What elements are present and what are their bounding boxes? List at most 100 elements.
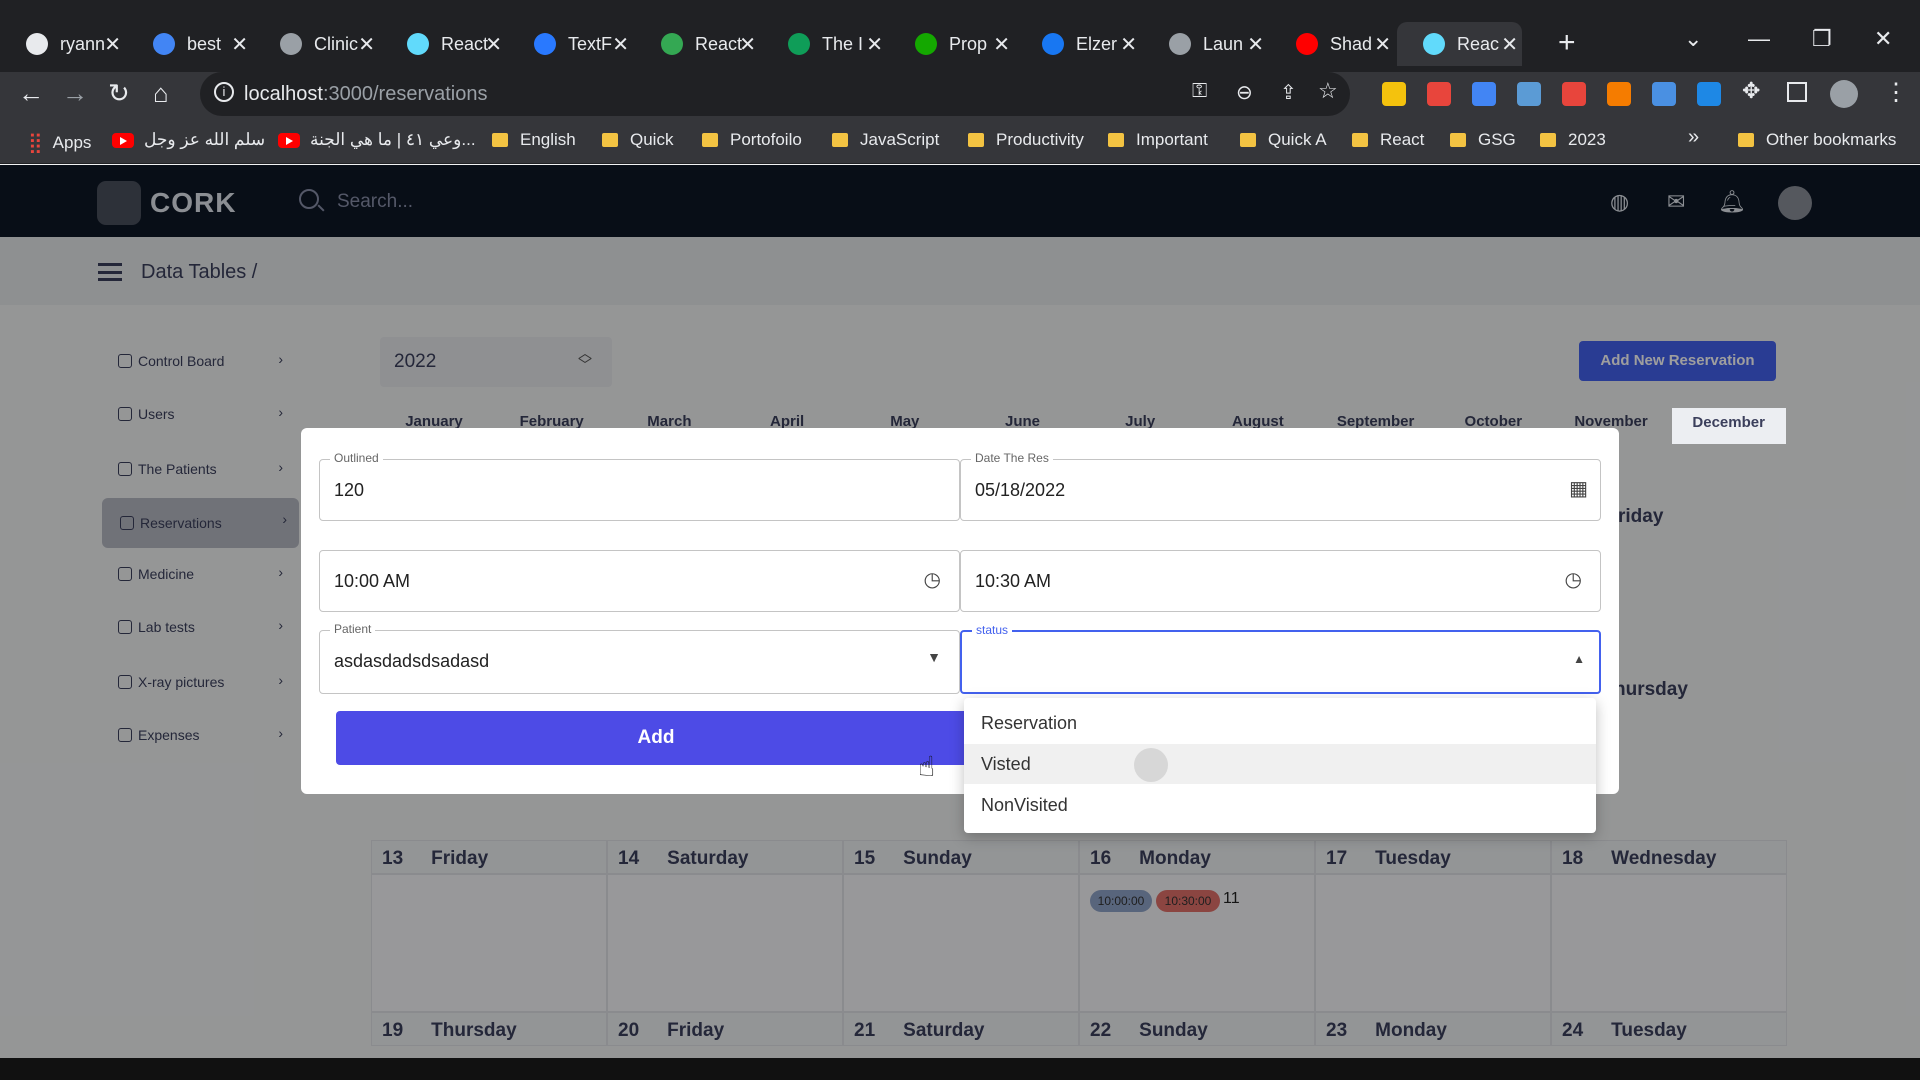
sidebar-item[interactable]: The Patients › [100,446,295,492]
tab-close-icon[interactable]: ✕ [358,32,375,57]
sidebar-item[interactable]: Lab tests › [100,604,295,650]
bookmark-item[interactable]: Quick [602,130,673,150]
bookmark-item[interactable]: Important [1108,130,1208,150]
extension-icon[interactable] [1382,82,1406,106]
bookmark-item[interactable]: ⣿ Apps [28,130,91,155]
hamburger-icon[interactable] [98,263,122,281]
sidebar-item[interactable]: Medicine › [100,551,295,597]
home-icon[interactable]: ⌂ [153,78,169,109]
clock-icon[interactable]: ◷ [1565,567,1582,592]
start-time-field[interactable]: 10:00 AM ◷ [319,550,960,612]
back-icon[interactable]: ← [18,78,44,109]
tab-close-icon[interactable]: ✕ [231,32,248,57]
zoom-icon[interactable]: ⊖ [1236,80,1253,105]
sidebar-item[interactable]: Reservations › [102,498,299,548]
tab-close-icon[interactable]: ✕ [1247,32,1264,57]
bookmark-item[interactable]: Productivity [968,130,1084,150]
tab-close-icon[interactable]: ✕ [612,32,629,57]
reload-icon[interactable]: ↻ [108,78,130,109]
tab-close-icon[interactable]: ✕ [485,32,502,57]
bookmark-item[interactable]: JavaScript [832,130,939,150]
calendar-day-cell[interactable] [1315,874,1551,1012]
bookmarks-overflow[interactable]: » [1688,126,1699,149]
add-new-reservation-button[interactable]: Add New Reservation [1579,341,1776,381]
bookmark-star-icon[interactable]: ☆ [1318,78,1338,104]
search-input[interactable]: Search... [285,179,805,223]
new-tab-icon[interactable]: + [1558,26,1576,60]
month-tab[interactable]: December [1671,408,1786,444]
status-option[interactable]: NonVisited [964,785,1596,825]
browser-tab[interactable]: Reac ✕ [1397,22,1522,66]
status-select[interactable]: status ▲ [960,623,1601,694]
browser-tab[interactable]: TextF ✕ [508,22,633,66]
browser-tab[interactable]: Laun ✕ [1143,22,1268,66]
tab-close-icon[interactable]: ✕ [993,32,1010,57]
tab-close-icon[interactable]: ✕ [1374,32,1391,57]
patient-select[interactable]: Patient asdasdadsdsadasd ▼ [319,622,960,694]
menu-kebab-icon[interactable]: ⋮ [1884,78,1908,107]
end-time-field[interactable]: 10:30 AM ◷ [960,550,1601,612]
calendar-day-cell[interactable] [607,874,843,1012]
bookmark-item[interactable]: GSG [1450,130,1516,150]
calendar-day-cell[interactable] [843,874,1079,1012]
bookmark-item[interactable]: سلم الله عز وجل [112,130,265,150]
status-option[interactable]: Reservation [964,703,1596,743]
browser-tab[interactable]: best ✕ [127,22,252,66]
profile-avatar[interactable] [1830,80,1858,108]
translate-icon[interactable] [1472,82,1496,106]
address-bar[interactable]: i localhost:3000/reservations ⚿ ⊖ ⇪ ☆ [200,72,1350,116]
extension-icon[interactable] [1607,82,1631,106]
globe-icon[interactable]: ◍ [1610,189,1629,215]
bookmark-item[interactable]: وعي ٤١ | ما هي الجنة... [278,130,476,150]
browser-tab[interactable]: Elzer ✕ [1016,22,1141,66]
puzzle-icon[interactable]: ✥ [1742,78,1760,104]
forward-icon[interactable]: → [62,78,88,109]
browser-tab[interactable]: Prop ✕ [889,22,1014,66]
calendar-icon[interactable]: ▦ [1569,476,1588,501]
share-icon[interactable]: ⇪ [1280,80,1297,105]
browser-tab[interactable]: Shad ✕ [1270,22,1395,66]
sidebar-item[interactable]: Control Board › [100,338,295,384]
date-field[interactable]: Date The Res 05/18/2022 ▦ [960,451,1601,521]
extension-icon[interactable] [1697,82,1721,106]
sidebar-item[interactable]: X-ray pictures › [100,659,295,705]
tab-close-icon[interactable]: ✕ [1501,32,1518,57]
bookmark-item[interactable]: Quick A [1240,130,1327,150]
browser-tab[interactable]: React ✕ [635,22,760,66]
bookmark-item[interactable]: 2023 [1540,130,1606,150]
extension-icon[interactable] [1427,82,1451,106]
close-window-icon[interactable]: ✕ [1874,26,1892,52]
restore-icon[interactable]: ❐ [1812,26,1832,52]
extension-icon[interactable] [1517,82,1541,106]
tab-close-icon[interactable]: ✕ [739,32,756,57]
key-icon[interactable]: ⚿ [1192,80,1207,103]
bookmark-item[interactable]: React [1352,130,1424,150]
calendar-day-cell[interactable] [1551,874,1787,1012]
browser-tab[interactable]: ryann ✕ [0,22,125,66]
outlined-field[interactable]: Outlined 120 [319,451,960,521]
browser-tab[interactable]: The I ✕ [762,22,887,66]
tab-close-icon[interactable]: ✕ [104,32,121,57]
sidebar-item[interactable]: Expenses › [100,712,295,758]
bell-icon[interactable]: 🔔︎ [1718,189,1746,215]
mail-icon[interactable]: ✉ [1667,189,1685,215]
sidebar-item[interactable]: Users › [100,391,295,437]
extension-icon[interactable] [1562,82,1586,106]
status-option[interactable]: Visted [964,744,1596,784]
extension-icon[interactable] [1652,82,1676,106]
browser-tab[interactable]: Clinic ✕ [254,22,379,66]
calendar-day-cell[interactable] [371,874,607,1012]
user-avatar[interactable] [1778,186,1812,220]
tab-close-icon[interactable]: ✕ [1120,32,1137,57]
tab-search-icon[interactable]: ⌄ [1684,26,1702,52]
bookmark-item[interactable]: English [492,130,576,150]
bookmark-item[interactable]: Portofoilo [702,130,802,150]
browser-tab[interactable]: React ✕ [381,22,506,66]
site-info-icon[interactable]: i [214,82,234,102]
other-bookmarks[interactable]: Other bookmarks [1738,130,1896,150]
event-end-time[interactable]: 10:30:00 [1156,890,1220,912]
minimize-icon[interactable]: — [1748,26,1770,52]
year-select[interactable]: 2022 ︿ ﹀ [380,337,612,387]
clock-icon[interactable]: ◷ [924,567,941,592]
sidepanel-icon[interactable] [1787,82,1807,102]
